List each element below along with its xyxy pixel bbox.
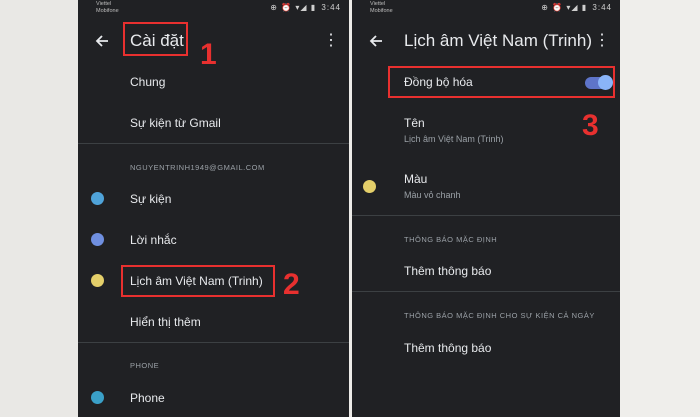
color-value: Màu vỏ chanh — [404, 190, 461, 200]
step-marker-2: 2 — [283, 268, 300, 301]
divider — [352, 291, 620, 292]
show-more-link[interactable]: Hiển thị thêm — [130, 315, 201, 329]
name-label[interactable]: Tên — [404, 116, 425, 130]
status-bar: Viettel Mobifone ⊕ ⏰ ▾◢ ▮ 3:44 — [78, 0, 349, 18]
calendar-settings-screen: Viettel Mobifone ⊕ ⏰ ▾◢ ▮ 3:44 Lịch âm V… — [352, 0, 620, 417]
settings-item-gmail-events[interactable]: Sự kiện từ Gmail — [130, 116, 221, 130]
account-section-header: NGUYENTRINH1949@GMAIL.COM — [130, 163, 265, 172]
divider — [352, 215, 620, 216]
carrier-line-1: Viettel — [370, 1, 386, 7]
clock: 3:44 — [592, 3, 612, 12]
default-notification-header: THÔNG BÁO MẶC ĐỊNH — [404, 235, 498, 244]
clock: 3:44 — [321, 3, 341, 12]
carrier-label: Viettel Mobifone — [96, 1, 119, 15]
calendar-color-dot — [91, 192, 104, 205]
calendar-item-events[interactable]: Sự kiện — [130, 192, 171, 206]
step-marker-3: 3 — [582, 109, 599, 142]
phone-section-header: PHONE — [130, 361, 160, 370]
calendar-color-dot — [91, 391, 104, 404]
backdrop-left — [0, 0, 78, 417]
page-title: Lịch âm Việt Nam (Trinh) — [404, 31, 592, 50]
carrier-line-1: Viettel — [96, 1, 112, 7]
backdrop-right — [620, 0, 700, 417]
step-marker-1: 1 — [200, 38, 217, 71]
add-notification-button[interactable]: Thêm thông báo — [404, 264, 491, 278]
more-vert-icon[interactable]: ⋮ — [323, 29, 339, 53]
app-bar: Lịch âm Việt Nam (Trinh) ⋮ — [352, 22, 620, 62]
calendar-color-dot — [91, 274, 104, 287]
divider — [78, 143, 349, 144]
status-icons: ⊕ ⏰ ▾◢ ▮ 3:44 — [270, 3, 341, 12]
status-icon-group: ⊕ ⏰ ▾◢ ▮ — [541, 3, 588, 12]
carrier-line-2: Mobifone — [370, 8, 393, 14]
color-label[interactable]: Màu — [404, 172, 427, 186]
highlight-box-lunar — [121, 265, 275, 297]
status-bar: Viettel Mobifone ⊕ ⏰ ▾◢ ▮ 3:44 — [352, 0, 620, 18]
calendar-item-phone[interactable]: Phone — [130, 391, 165, 405]
calendar-item-reminders[interactable]: Lời nhắc — [130, 233, 177, 247]
status-icon-group: ⊕ ⏰ ▾◢ ▮ — [270, 3, 317, 12]
settings-item-general[interactable]: Chung — [130, 75, 165, 89]
calendar-color-dot — [91, 233, 104, 246]
color-swatch — [363, 180, 376, 193]
back-arrow-icon[interactable] — [364, 29, 388, 53]
back-arrow-icon[interactable] — [90, 29, 114, 53]
status-icons: ⊕ ⏰ ▾◢ ▮ 3:44 — [541, 3, 612, 12]
highlight-box-sync — [388, 66, 615, 98]
highlight-box-title — [123, 22, 188, 56]
more-vert-icon[interactable]: ⋮ — [594, 29, 610, 53]
allday-notification-header: THÔNG BÁO MẶC ĐỊNH CHO SỰ KIỆN CẢ NGÀY — [404, 311, 595, 320]
carrier-label: Viettel Mobifone — [370, 1, 393, 15]
settings-screen: Viettel Mobifone ⊕ ⏰ ▾◢ ▮ 3:44 Cài đặt ⋮… — [78, 0, 349, 417]
name-value: Lịch âm Việt Nam (Trinh) — [404, 134, 504, 144]
add-allday-notification-button[interactable]: Thêm thông báo — [404, 341, 491, 355]
carrier-line-2: Mobifone — [96, 8, 119, 14]
divider — [78, 342, 349, 343]
